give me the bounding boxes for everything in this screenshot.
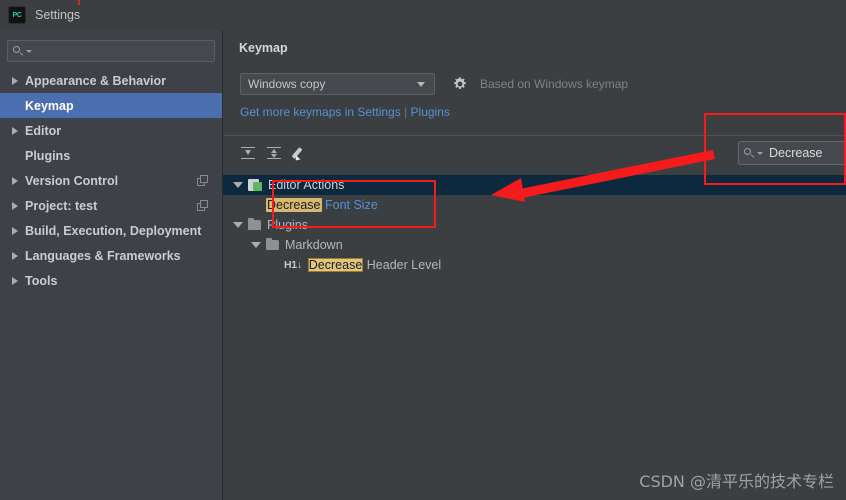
search-icon <box>13 45 24 57</box>
pycharm-icon: PC <box>8 6 26 24</box>
tree-row[interactable]: Markdown <box>223 235 846 255</box>
keymap-filter-search[interactable]: Decrease <box>738 141 846 165</box>
chevron-down-icon <box>757 151 763 155</box>
sidebar-item-label: Build, Execution, Deployment <box>25 223 202 238</box>
tree-row[interactable]: Editor Actions <box>223 175 846 195</box>
sidebar-item-build-execution-deployment[interactable]: Build, Execution, Deployment <box>0 218 222 243</box>
sidebar-item-tools[interactable]: Tools <box>0 268 222 293</box>
chevron-down-icon[interactable] <box>233 182 243 188</box>
search-icon <box>744 147 755 159</box>
tree-row[interactable]: H1↓ Decrease Header Level <box>223 255 846 275</box>
sidebar-item-version-control[interactable]: Version Control <box>0 168 222 193</box>
sidebar-item-label: Plugins <box>25 148 71 163</box>
red-tick-decoration <box>78 0 80 5</box>
tree-row-text: Header Level <box>366 258 442 272</box>
tree-row-text: Decrease <box>266 198 322 212</box>
sidebar-nav-list: Appearance & Behavior Keymap Editor Plugins… <box>0 68 222 293</box>
keymap-settings-panel: Keymap Windows copy Based on Windows key… <box>223 30 846 500</box>
chevron-right-icon[interactable] <box>12 126 18 135</box>
sidebar-item-editor[interactable]: Editor <box>0 118 222 143</box>
tree-row-text: Plugins <box>267 218 308 232</box>
get-more-keymaps-separator: | <box>400 105 411 119</box>
tree-row-text: Decrease <box>307 258 364 272</box>
sidebar-item-languages-frameworks[interactable]: Languages & Frameworks <box>0 243 222 268</box>
get-more-keymaps-link[interactable]: Get more keymaps in Settings | Plugins <box>240 105 450 119</box>
based-on-keymap-label: Based on Windows keymap <box>480 77 629 91</box>
tree-row-text: Markdown <box>285 238 343 252</box>
chevron-right-icon[interactable] <box>12 76 18 85</box>
keymap-filter-value: Decrease <box>769 146 823 160</box>
tree-row-label: Decrease Header Level <box>307 258 442 272</box>
keymap-action-tree: Editor Actions Decrease Font Size Plugins M… <box>223 175 846 275</box>
search-input[interactable] <box>36 44 205 58</box>
tree-row-text: Editor Actions <box>268 178 345 192</box>
sidebar-item-project-test[interactable]: Project: test <box>0 193 222 218</box>
page-title: Keymap <box>239 41 288 55</box>
sidebar-item-label: Tools <box>25 273 58 288</box>
folder-icon <box>248 217 261 230</box>
settings-sidebar: Appearance & Behavior Keymap Editor Plugins… <box>0 30 223 500</box>
edit-shortcut-icon <box>291 146 307 163</box>
chevron-right-icon[interactable] <box>12 226 18 235</box>
tree-row-label: Decrease Font Size <box>266 198 378 212</box>
expand-all-icon <box>241 146 255 160</box>
get-more-keymaps-suffix: Plugins <box>410 105 450 119</box>
folder-icon <box>266 237 279 250</box>
edit-shortcut-button[interactable] <box>287 142 313 164</box>
keymap-dropdown[interactable]: Windows copy <box>240 73 435 95</box>
get-more-keymaps-prefix: Get more keymaps in Settings <box>240 105 401 119</box>
gear-icon[interactable] <box>452 76 468 92</box>
chevron-down-icon[interactable] <box>251 242 261 248</box>
h1-down-icon: H1↓ <box>284 259 302 271</box>
editor-actions-icon <box>248 179 262 191</box>
chevron-right-icon[interactable] <box>12 201 18 210</box>
sidebar-item-label: Version Control <box>25 173 119 188</box>
collapse-all-button[interactable] <box>261 142 287 164</box>
sidebar-item-label: Project: test <box>25 198 98 213</box>
tree-row[interactable]: Decrease Font Size <box>223 195 846 215</box>
tree-row[interactable]: Plugins <box>223 215 846 235</box>
tree-row-text: Font Size <box>324 198 378 212</box>
tree-row-label: Editor Actions <box>268 178 344 192</box>
chevron-right-icon[interactable] <box>12 176 18 185</box>
keymap-dropdown-value: Windows copy <box>248 77 326 91</box>
tree-row-label: Plugins <box>267 218 308 232</box>
sidebar-search-box[interactable] <box>7 40 215 62</box>
sidebar-item-label: Languages & Frameworks <box>25 248 181 263</box>
copy-icon[interactable] <box>197 200 208 211</box>
sidebar-item-appearance-behavior[interactable]: Appearance & Behavior <box>0 68 222 93</box>
window-title-bar: PC Settings <box>0 0 846 31</box>
sidebar-item-label: Editor <box>25 123 62 138</box>
chevron-down-icon[interactable] <box>233 222 243 228</box>
tree-row-label: Markdown <box>285 238 343 252</box>
chevron-right-icon[interactable] <box>12 276 18 285</box>
sidebar-item-label: Keymap <box>25 98 74 113</box>
sidebar-item-plugins[interactable]: Plugins <box>0 143 222 168</box>
expand-all-button[interactable] <box>235 142 261 164</box>
chevron-down-icon <box>26 49 32 53</box>
keymap-toolbar <box>235 142 313 164</box>
sidebar-item-keymap[interactable]: Keymap <box>0 93 222 118</box>
copy-icon[interactable] <box>197 175 208 186</box>
section-divider <box>223 135 846 136</box>
collapse-all-icon <box>267 146 281 160</box>
chevron-down-icon <box>417 81 425 87</box>
window-title: Settings <box>35 8 81 22</box>
sidebar-item-label: Appearance & Behavior <box>25 73 167 88</box>
watermark: CSDN @清平乐的技术专栏 <box>639 472 834 491</box>
chevron-right-icon[interactable] <box>12 251 18 260</box>
